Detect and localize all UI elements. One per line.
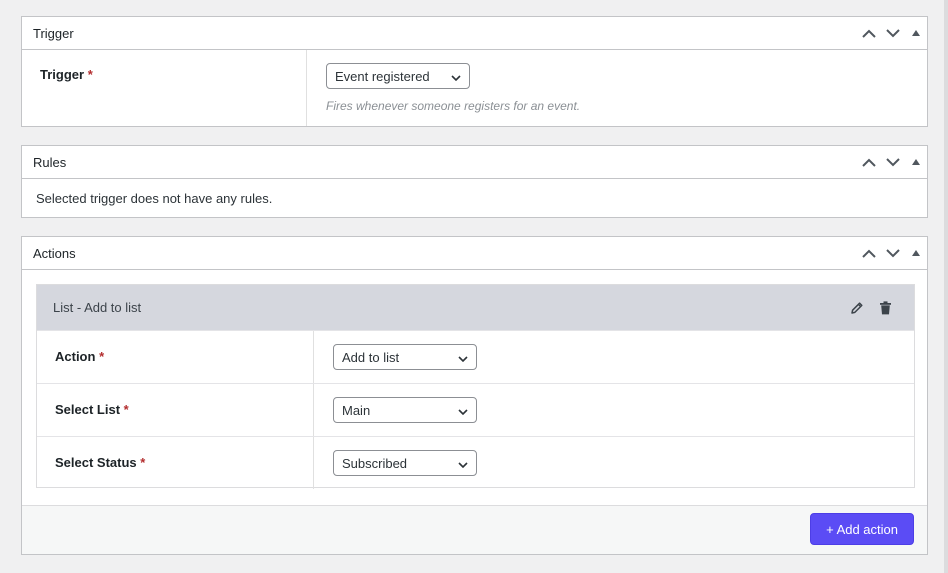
actions-footer: + Add action <box>22 505 927 554</box>
pencil-icon[interactable] <box>848 299 866 317</box>
rules-panel-handles <box>857 146 927 178</box>
select-list-field-row: Select List * Main <box>37 383 914 436</box>
select-status-label: Select Status <box>55 455 137 470</box>
select-status-input-cell: Subscribed <box>314 437 477 489</box>
required-mark: * <box>99 349 105 364</box>
move-down-icon[interactable] <box>881 146 905 179</box>
action-card: List - Add to list Action * Add to list … <box>36 284 915 489</box>
move-up-icon[interactable] <box>857 237 881 270</box>
actions-panel: Actions List - Add to list Action * Add … <box>21 236 928 555</box>
trigger-description: Fires whenever someone registers for an … <box>326 99 581 113</box>
right-edge-strip <box>944 0 948 573</box>
list-select[interactable]: Main <box>333 397 477 423</box>
select-list-input-cell: Main <box>314 384 477 436</box>
collapse-toggle-icon[interactable] <box>905 146 927 179</box>
list-select-value: Main <box>342 402 371 418</box>
trigger-panel: Trigger Trigger * Event registered Fires… <box>21 16 928 127</box>
chevron-down-icon <box>451 69 461 84</box>
rules-panel-header: Rules <box>22 146 927 179</box>
actions-panel-title: Actions <box>33 245 76 261</box>
trigger-field-label-cell: Trigger * <box>22 50 307 126</box>
action-card-icons <box>848 299 894 317</box>
add-action-button[interactable]: + Add action <box>810 513 914 545</box>
collapse-toggle-icon[interactable] <box>905 17 927 50</box>
required-mark: * <box>123 402 129 417</box>
select-list-label-cell: Select List * <box>37 384 314 436</box>
required-mark: * <box>140 455 146 470</box>
select-list-label: Select List <box>55 402 121 417</box>
move-down-icon[interactable] <box>881 17 905 50</box>
required-mark: * <box>87 67 93 82</box>
trigger-panel-header: Trigger <box>22 17 927 50</box>
action-card-title: List - Add to list <box>53 300 142 315</box>
chevron-down-icon <box>458 456 468 471</box>
move-down-icon[interactable] <box>881 237 905 270</box>
move-up-icon[interactable] <box>857 17 881 50</box>
actions-panel-handles <box>857 237 927 269</box>
action-field-input-cell: Add to list <box>314 331 477 383</box>
trigger-field-row: Trigger * Event registered Fires wheneve… <box>22 50 927 126</box>
chevron-down-icon <box>458 403 468 418</box>
rules-panel-title: Rules <box>33 154 67 170</box>
action-select-value: Add to list <box>342 349 400 365</box>
rules-panel: Rules Selected trigger does not have any… <box>21 145 928 218</box>
action-field-label: Action <box>55 349 96 364</box>
chevron-down-icon <box>458 350 468 365</box>
select-status-field-row: Select Status * Subscribed <box>37 436 914 489</box>
action-select[interactable]: Add to list <box>333 344 477 370</box>
actions-panel-header: Actions <box>22 237 927 270</box>
trigger-select-value: Event registered <box>335 68 430 84</box>
action-card-header: List - Add to list <box>37 285 914 330</box>
trigger-panel-title: Trigger <box>33 25 74 41</box>
trigger-select[interactable]: Event registered <box>326 63 470 89</box>
trash-icon[interactable] <box>876 299 894 317</box>
collapse-toggle-icon[interactable] <box>905 237 927 270</box>
status-select[interactable]: Subscribed <box>333 450 477 476</box>
action-field-label-cell: Action * <box>37 331 314 383</box>
move-up-icon[interactable] <box>857 146 881 179</box>
trigger-field-label: Trigger <box>40 67 85 82</box>
status-select-value: Subscribed <box>342 455 408 471</box>
trigger-field-input-cell: Event registered Fires whenever someone … <box>307 50 580 126</box>
rules-message: Selected trigger does not have any rules… <box>36 191 273 206</box>
action-field-row: Action * Add to list <box>37 330 914 383</box>
select-status-label-cell: Select Status * <box>37 437 314 489</box>
trigger-panel-handles <box>857 17 927 49</box>
